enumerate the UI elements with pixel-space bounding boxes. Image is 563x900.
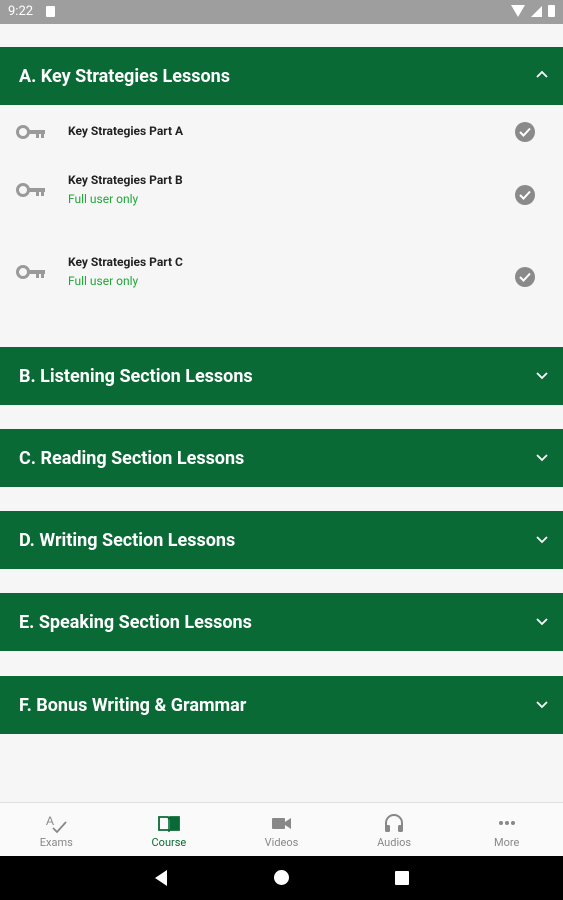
nav-exams[interactable]: A Exams	[0, 803, 113, 856]
chevron-down-icon	[536, 451, 548, 463]
lesson-item-part-b[interactable]: Key Strategies Part B Full user only	[0, 151, 563, 233]
check-circle-icon	[515, 185, 535, 205]
check-circle-icon	[515, 267, 535, 287]
svg-text:A: A	[46, 814, 54, 828]
nav-label: Videos	[264, 836, 299, 849]
lesson-item-part-c[interactable]: Key Strategies Part C Full user only	[0, 233, 563, 315]
spellcheck-icon: A	[45, 813, 67, 834]
section-header-b[interactable]: B. Listening Section Lessons	[0, 347, 563, 405]
section-header-e[interactable]: E. Speaking Section Lessons	[0, 593, 563, 651]
chevron-down-icon	[536, 369, 548, 381]
signal-icon	[531, 5, 542, 17]
section-title: C. Reading Section Lessons	[19, 447, 245, 469]
more-dots-icon	[496, 813, 518, 833]
system-nav-bar	[0, 856, 563, 900]
section-title: F. Bonus Writing & Grammar	[19, 694, 247, 716]
nav-videos[interactable]: Videos	[225, 803, 338, 856]
status-time: 9:22	[8, 4, 34, 19]
course-content: A. Key Strategies Lessons Key Strategies…	[0, 24, 563, 802]
status-icons	[511, 5, 555, 17]
wifi-icon	[511, 5, 525, 17]
section-header-c[interactable]: C. Reading Section Lessons	[0, 429, 563, 487]
section-header-d[interactable]: D. Writing Section Lessons	[0, 511, 563, 569]
recents-icon[interactable]	[395, 871, 409, 885]
lesson-title: Key Strategies Part A	[68, 124, 184, 138]
nav-more[interactable]: More	[450, 803, 563, 856]
nav-label: Course	[151, 836, 187, 849]
nav-label: Audios	[377, 836, 412, 849]
chevron-down-icon	[536, 615, 548, 627]
key-icon	[16, 124, 46, 139]
nav-label: More	[494, 836, 520, 849]
key-icon	[16, 264, 46, 279]
battery-icon	[548, 5, 555, 17]
chevron-down-icon	[536, 533, 548, 545]
lesson-title: Key Strategies Part C	[68, 255, 183, 269]
nav-audios[interactable]: Audios	[338, 803, 451, 856]
nav-course[interactable]: Course	[113, 803, 226, 856]
full-user-only-note: Full user only	[68, 274, 139, 288]
section-header-a[interactable]: A. Key Strategies Lessons	[0, 47, 563, 105]
full-user-only-note: Full user only	[68, 192, 139, 206]
headphones-icon	[383, 813, 405, 833]
section-title: D. Writing Section Lessons	[19, 529, 236, 551]
nav-label: Exams	[39, 836, 73, 849]
home-icon[interactable]	[274, 870, 289, 885]
section-header-f[interactable]: F. Bonus Writing & Grammar	[0, 676, 563, 734]
section-title: A. Key Strategies Lessons	[19, 65, 230, 87]
key-icon	[16, 182, 46, 197]
status-bar: 9:22	[0, 0, 563, 24]
chevron-down-icon	[536, 698, 548, 710]
book-icon	[157, 813, 180, 833]
lesson-title: Key Strategies Part B	[68, 173, 183, 187]
section-title: E. Speaking Section Lessons	[19, 611, 252, 633]
chevron-up-icon	[536, 69, 548, 81]
lesson-item-part-a[interactable]: Key Strategies Part A	[0, 105, 563, 151]
bottom-navigation: A Exams Course Videos Audios More	[0, 802, 563, 856]
back-icon[interactable]	[155, 870, 167, 886]
sd-card-icon	[46, 6, 55, 17]
videocam-icon	[270, 813, 292, 833]
check-circle-icon	[515, 122, 535, 142]
section-title: B. Listening Section Lessons	[19, 365, 253, 387]
